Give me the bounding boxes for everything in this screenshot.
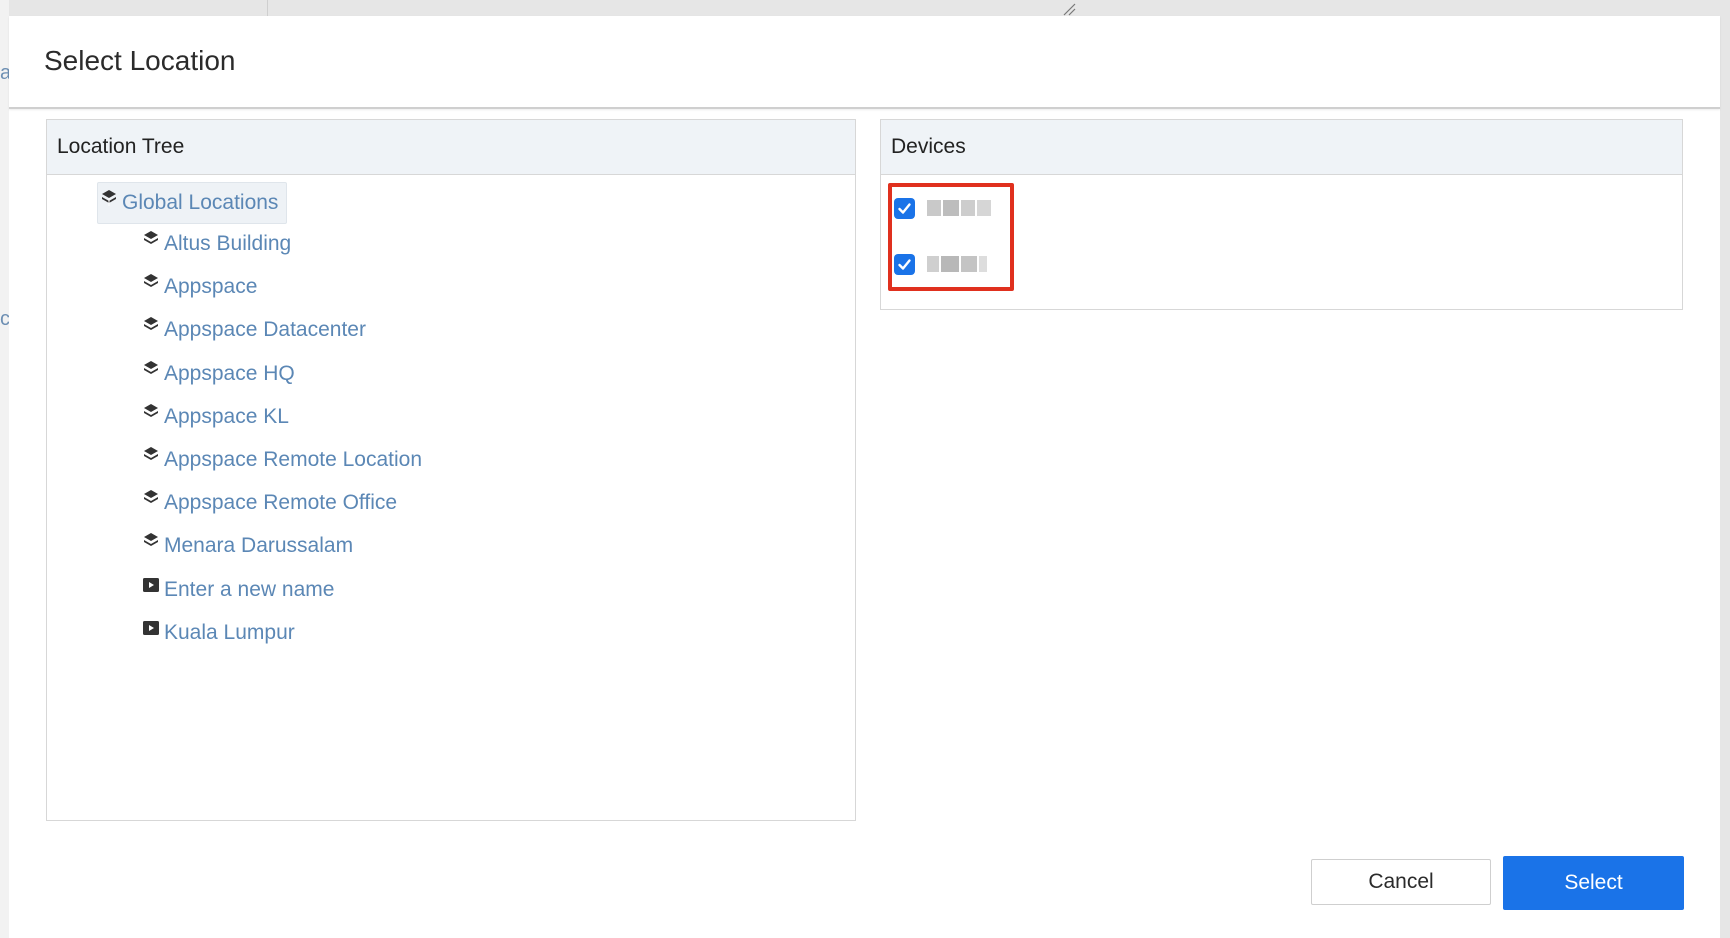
location-group-icon — [144, 404, 158, 417]
tree-node-appspace-hq[interactable]: Appspace HQ — [142, 359, 295, 389]
devices-panel: Devices — [880, 119, 1683, 310]
dialog-header: Select Location — [9, 16, 1720, 109]
tree-node-label[interactable]: Appspace HQ — [164, 362, 295, 386]
background-divider — [267, 0, 268, 16]
tree-node-label[interactable]: Appspace KL — [164, 405, 289, 429]
tree-node-label[interactable]: Altus Building — [164, 232, 291, 256]
location-tree-header: Location Tree — [47, 120, 855, 175]
tree-node-label[interactable]: Menara Darussalam — [164, 534, 353, 558]
devices-header: Devices — [881, 120, 1682, 175]
location-group-icon — [144, 447, 158, 460]
tree-node-appspace-remote-location[interactable]: Appspace Remote Location — [142, 445, 422, 475]
location-group-icon — [144, 361, 158, 374]
location-tree-panel: Location Tree Global Locations Altus Bui… — [46, 119, 856, 821]
dialog-title: Select Location — [44, 45, 236, 76]
tree-node-label[interactable]: Appspace Datacenter — [164, 318, 366, 342]
tree-node-label[interactable]: Appspace Remote Office — [164, 491, 397, 515]
select-button[interactable]: Select — [1503, 856, 1684, 910]
tree-node-label[interactable]: Enter a new name — [164, 578, 334, 602]
location-group-icon — [144, 231, 158, 244]
location-group-icon — [144, 274, 158, 287]
location-group-icon — [144, 317, 158, 330]
highlight-annotation-box — [888, 183, 1014, 291]
tree-node-kuala-lumpur[interactable]: Kuala Lumpur — [142, 618, 295, 648]
device-screen-icon — [143, 621, 159, 635]
tree-node-altus-building[interactable]: Altus Building — [142, 229, 291, 259]
location-group-icon — [102, 190, 116, 206]
tree-node-label[interactable]: Global Locations — [122, 191, 278, 215]
device-screen-icon — [143, 578, 159, 592]
tree-node-global-locations[interactable]: Global Locations — [97, 182, 288, 224]
tree-node-appspace[interactable]: Appspace — [142, 272, 257, 302]
resize-handle-icon[interactable] — [1062, 2, 1076, 16]
background-page-edge: a ci — [0, 0, 14, 938]
location-group-icon — [144, 490, 158, 503]
tree-node-enter-a-new-name[interactable]: Enter a new name — [142, 575, 334, 605]
tree-node-label[interactable]: Appspace — [164, 275, 257, 299]
cancel-button[interactable]: Cancel — [1311, 859, 1491, 905]
location-group-icon — [144, 533, 158, 546]
tree-node-appspace-kl[interactable]: Appspace KL — [142, 402, 289, 432]
tree-node-appspace-remote-office[interactable]: Appspace Remote Office — [142, 488, 397, 518]
tree-node-appspace-datacenter[interactable]: Appspace Datacenter — [142, 315, 366, 345]
tree-node-menara-darussalam[interactable]: Menara Darussalam — [142, 531, 353, 561]
tree-node-label[interactable]: Appspace Remote Location — [164, 448, 422, 472]
select-location-dialog: Select Location Location Tree Global Loc… — [9, 16, 1720, 938]
tree-node-label[interactable]: Kuala Lumpur — [164, 621, 295, 645]
